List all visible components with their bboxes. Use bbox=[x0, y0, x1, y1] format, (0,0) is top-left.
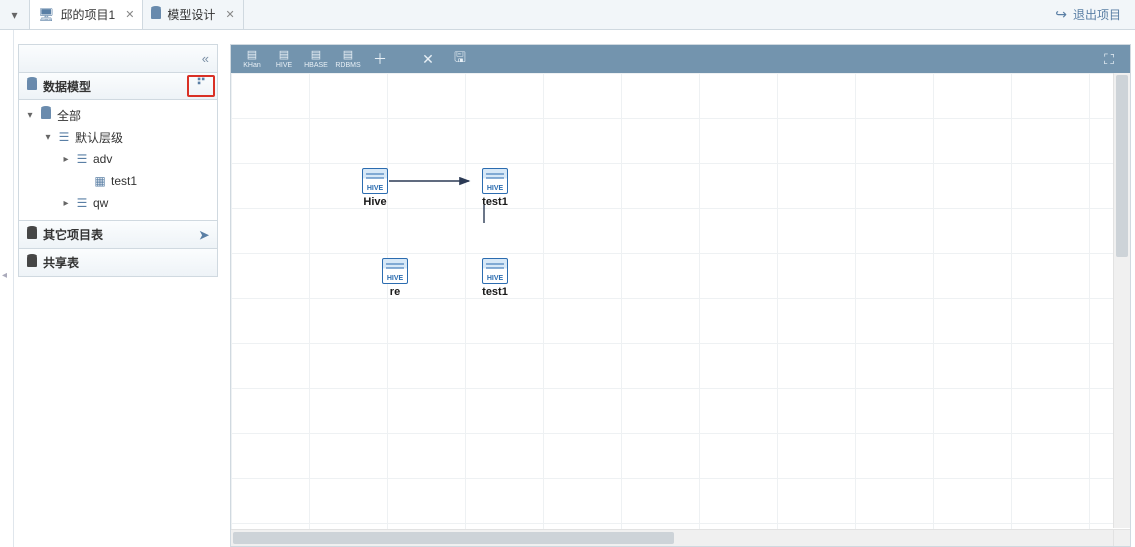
tab-label: 模型设计 bbox=[167, 6, 215, 23]
panel-title-label: 数据模型 bbox=[43, 78, 91, 95]
plus-icon: ＋ bbox=[373, 49, 387, 69]
node-label: Hive bbox=[351, 196, 399, 208]
fullscreen-button[interactable]: ⛶ bbox=[1094, 48, 1124, 70]
chevron-right-icon[interactable]: ▸ bbox=[61, 154, 71, 165]
vertical-scrollbar[interactable] bbox=[1113, 73, 1130, 528]
panel-shared-tables[interactable]: 共享表 bbox=[18, 249, 218, 277]
close-icon[interactable]: ✕ bbox=[225, 8, 234, 21]
collapse-icon[interactable]: « bbox=[202, 51, 209, 66]
database-icon bbox=[27, 228, 37, 242]
chevron-down-icon[interactable]: ▾ bbox=[25, 110, 35, 121]
database-icon bbox=[27, 79, 37, 93]
sidebar: « 数据模型 ▾ 全部 ▾ ☰ 默认层级 ▸ ☰ adv bbox=[18, 44, 218, 547]
panel-data-model[interactable]: 数据模型 bbox=[18, 72, 218, 100]
left-rail-collapse[interactable] bbox=[0, 30, 14, 547]
tree-label: adv bbox=[93, 152, 112, 166]
chevron-right-icon[interactable]: ▸ bbox=[61, 198, 71, 209]
loading-spinner-icon[interactable] bbox=[195, 78, 209, 95]
canvas-node-re[interactable]: HIVE re bbox=[371, 258, 419, 298]
tool-hive-button[interactable]: ▤HIVE bbox=[269, 48, 299, 70]
node-label: test1 bbox=[471, 196, 519, 208]
canvas-grid bbox=[231, 73, 1130, 546]
scroll-corner bbox=[1113, 529, 1130, 546]
panel-title-label: 其它项目表 bbox=[43, 226, 103, 243]
tree-node-adv[interactable]: ▸ ☰ adv bbox=[19, 148, 217, 170]
tool-hbase-button[interactable]: ▤HBASE bbox=[301, 48, 331, 70]
tool-rdbms-button[interactable]: ▤RDBMS bbox=[333, 48, 363, 70]
save-icon: 🖫 bbox=[454, 47, 466, 71]
tree-node-default-level[interactable]: ▾ ☰ 默认层级 bbox=[19, 126, 217, 148]
canvas-node-hive[interactable]: HIVE Hive bbox=[351, 168, 399, 208]
hive-table-icon: HIVE bbox=[362, 168, 388, 194]
sidebar-header: « bbox=[18, 44, 218, 72]
hive-table-icon: HIVE bbox=[482, 258, 508, 284]
delete-button[interactable]: ✕ bbox=[413, 48, 443, 70]
canvas-panel: ▤KHan ▤HIVE ▤HBASE ▤RDBMS ＋ ✕ 🖫 ⛶ bbox=[230, 44, 1131, 547]
design-canvas[interactable]: HIVE Hive HIVE test1 HIVE test1 HIVE re bbox=[231, 73, 1130, 546]
canvas-toolbar: ▤KHan ▤HIVE ▤HBASE ▤RDBMS ＋ ✕ 🖫 ⛶ bbox=[231, 45, 1130, 73]
tab-dropdown-button[interactable]: ▾ bbox=[0, 0, 30, 29]
expand-icon: ⛶ bbox=[1104, 51, 1114, 68]
database-icon bbox=[39, 108, 53, 122]
monitor-icon: 🖥 bbox=[38, 7, 55, 23]
top-tab-bar: ▾ 🖥 邱的项目1 ✕ 模型设计 ✕ ↪ 退出项目 bbox=[0, 0, 1135, 30]
model-tree: ▾ 全部 ▾ ☰ 默认层级 ▸ ☰ adv ▦ test1 ▸ ☰ bbox=[18, 100, 218, 221]
tab-label: 邱的项目1 bbox=[61, 6, 116, 23]
exit-label: 退出项目 bbox=[1073, 6, 1121, 23]
database-icon bbox=[27, 256, 37, 270]
sign-out-icon: ↪ bbox=[1055, 6, 1067, 23]
layers-icon: ☰ bbox=[75, 152, 89, 166]
hive-table-icon: HIVE bbox=[482, 168, 508, 194]
send-icon[interactable]: ➤ bbox=[199, 228, 209, 242]
add-button[interactable]: ＋ bbox=[365, 48, 395, 70]
tree-label: qw bbox=[93, 196, 108, 210]
tree-label: 全部 bbox=[57, 107, 81, 124]
canvas-node-test1-a[interactable]: HIVE test1 bbox=[471, 168, 519, 208]
database-icon bbox=[151, 7, 161, 22]
tab-model-design[interactable]: 模型设计 ✕ bbox=[143, 0, 243, 29]
close-icon[interactable]: ✕ bbox=[125, 8, 134, 21]
layers-icon: ☰ bbox=[75, 196, 89, 210]
exit-project-button[interactable]: ↪ 退出项目 bbox=[1041, 0, 1135, 29]
save-button[interactable]: 🖫 bbox=[445, 48, 475, 70]
hive-table-icon: HIVE bbox=[382, 258, 408, 284]
node-label: test1 bbox=[471, 286, 519, 298]
tree-label: 默认层级 bbox=[75, 129, 123, 146]
node-label: re bbox=[371, 286, 419, 298]
panel-other-project-tables[interactable]: 其它项目表 ➤ bbox=[18, 221, 218, 249]
layers-icon: ☰ bbox=[57, 130, 71, 144]
horizontal-scrollbar[interactable] bbox=[231, 529, 1113, 546]
close-icon: ✕ bbox=[422, 51, 434, 68]
canvas-node-test1-b[interactable]: HIVE test1 bbox=[471, 258, 519, 298]
tree-label: test1 bbox=[111, 174, 137, 188]
tab-project[interactable]: 🖥 邱的项目1 ✕ bbox=[30, 0, 143, 29]
chevron-down-icon[interactable]: ▾ bbox=[43, 132, 53, 143]
panel-title-label: 共享表 bbox=[43, 254, 79, 271]
table-icon: ▦ bbox=[93, 174, 107, 188]
tool-khan-button[interactable]: ▤KHan bbox=[237, 48, 267, 70]
tree-node-qw[interactable]: ▸ ☰ qw bbox=[19, 192, 217, 214]
tree-node-test1[interactable]: ▦ test1 bbox=[19, 170, 217, 192]
tree-node-all[interactable]: ▾ 全部 bbox=[19, 104, 217, 126]
